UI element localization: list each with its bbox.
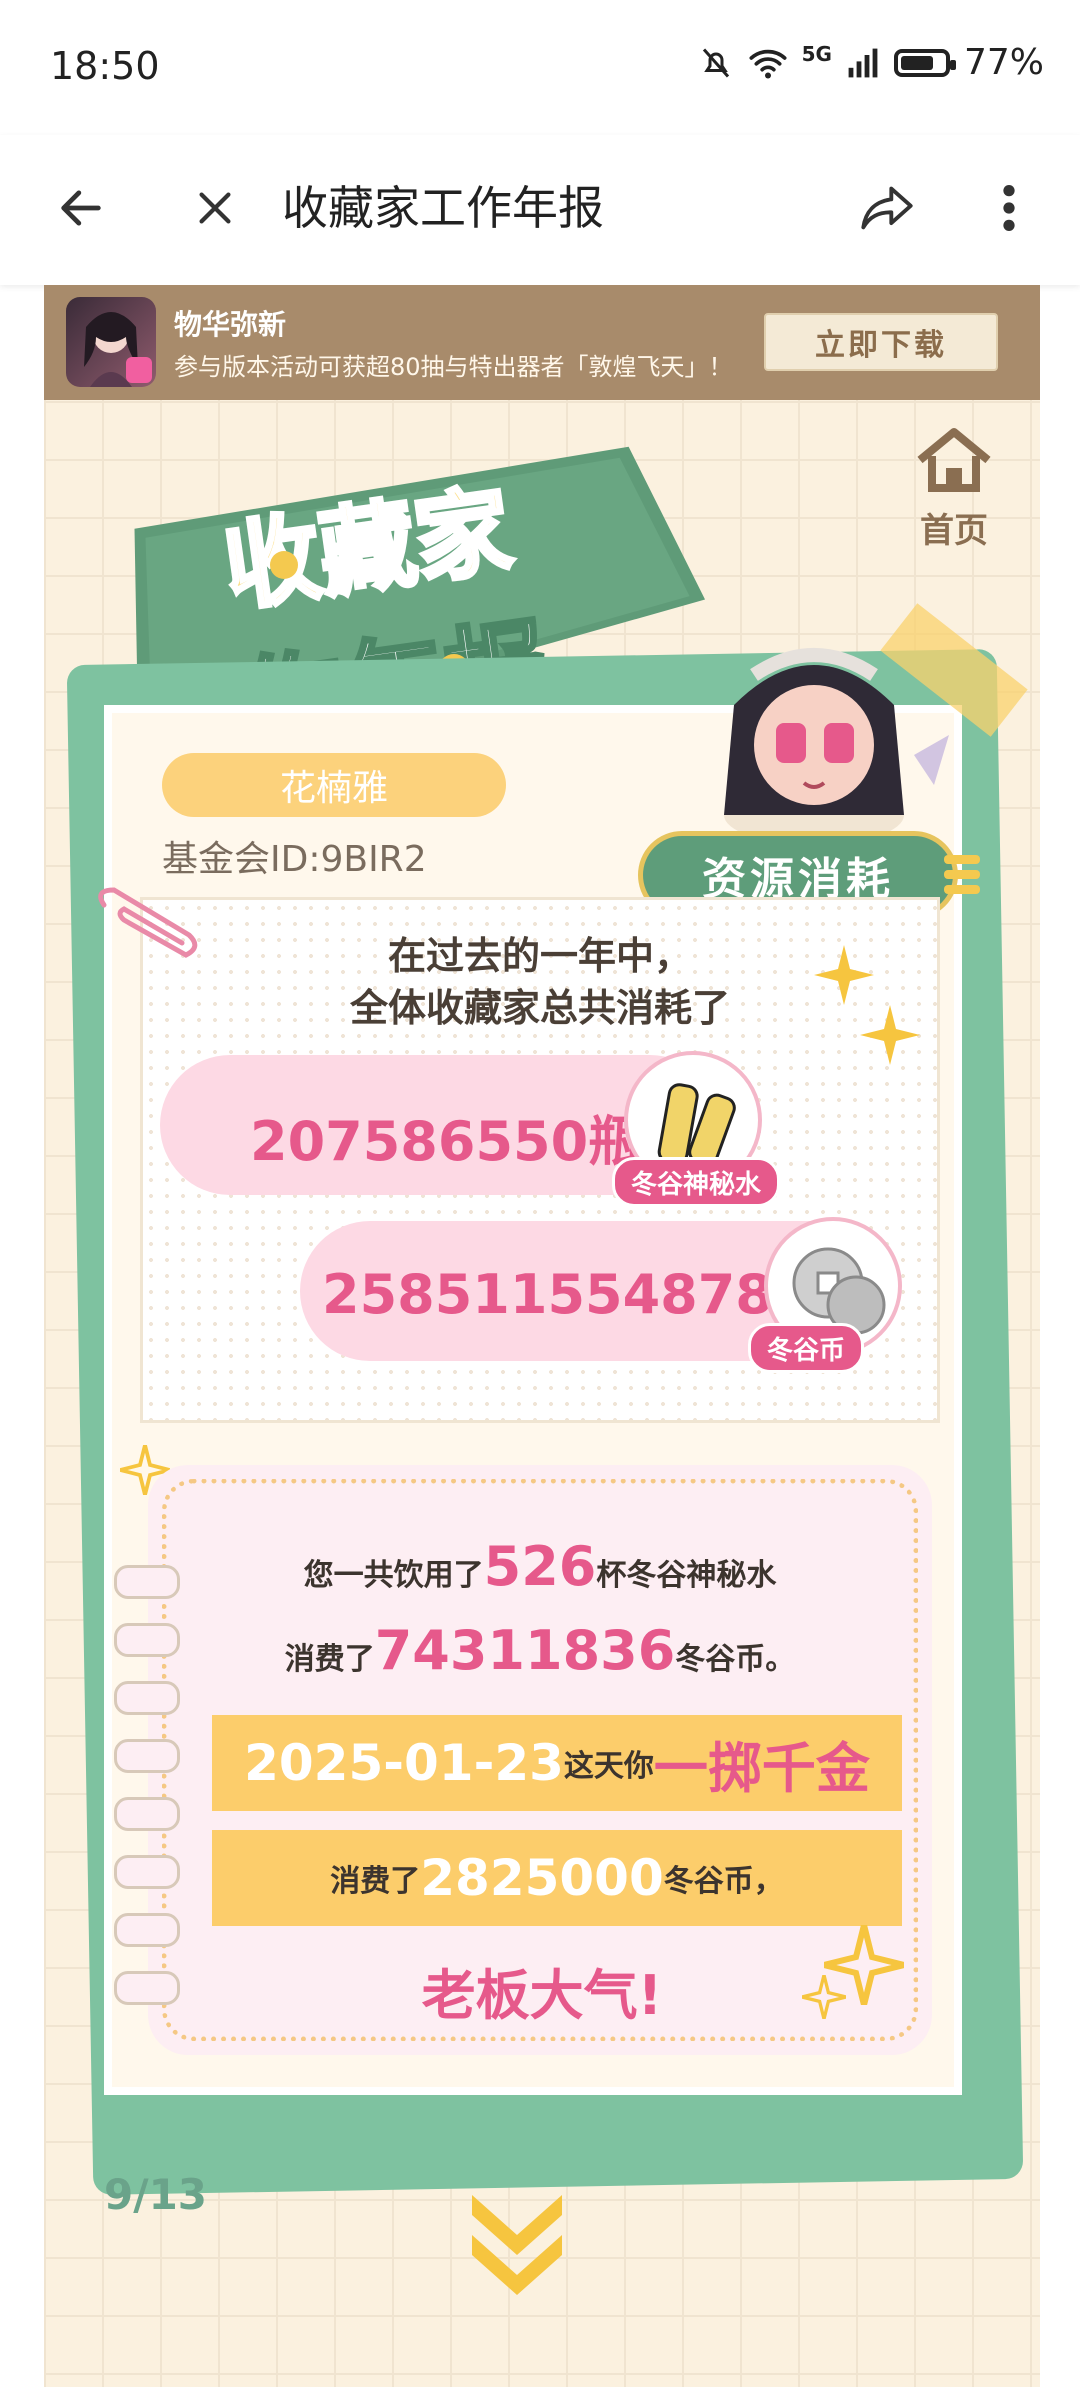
wifi-icon bbox=[749, 49, 787, 78]
home-button[interactable]: 首页 bbox=[904, 425, 1004, 565]
bilibili-badge-icon bbox=[126, 357, 152, 383]
paperclip-icon bbox=[98, 887, 198, 958]
app-icon bbox=[66, 297, 156, 387]
fund-id: 基金会ID:9BIR2 bbox=[162, 839, 427, 880]
drink-line: 您一共饮用了526杯冬谷神秘水 bbox=[303, 1535, 777, 1598]
mute-icon bbox=[702, 48, 729, 77]
drink-count: 526 bbox=[483, 1535, 597, 1598]
close-button[interactable] bbox=[180, 173, 250, 243]
coin-label: 冬谷币 bbox=[748, 1323, 865, 1373]
sparkle-icon bbox=[814, 945, 874, 1005]
mascot-character bbox=[724, 648, 949, 845]
battery-level: 77% bbox=[963, 42, 1044, 83]
more-menu-button[interactable] bbox=[974, 173, 1044, 243]
sparkle-outline-icon bbox=[802, 1975, 846, 2019]
back-button[interactable] bbox=[46, 173, 116, 243]
close-icon bbox=[199, 192, 231, 224]
tag-lines-decoration bbox=[944, 855, 980, 894]
status-bar: 18:50 5G 77% bbox=[0, 0, 1080, 135]
water-total: 207586550瓶 bbox=[250, 1110, 643, 1173]
more-vertical-icon bbox=[1003, 185, 1015, 231]
home-icon bbox=[917, 428, 991, 492]
share-button[interactable] bbox=[852, 173, 922, 243]
download-button[interactable]: 立即下载 bbox=[764, 313, 998, 371]
ad-description: 参与版本活动可获超80抽与特出器者「敦煌飞天」！ bbox=[174, 353, 733, 381]
page-title: 收藏家工作年报 bbox=[282, 181, 604, 235]
peak-date-bar: 2025-01-23 这天你 一掷千金 bbox=[212, 1715, 902, 1811]
status-icons: 5G 77% bbox=[698, 42, 1044, 83]
signal-icon bbox=[848, 48, 878, 77]
sparkle-icon bbox=[860, 1005, 920, 1065]
battery-icon bbox=[893, 48, 956, 77]
spent-line: 消费了74311836冬谷币。 bbox=[284, 1619, 796, 1682]
share-icon bbox=[861, 186, 913, 230]
report-page: 物华弥新 参与版本活动可获超80抽与特出器者「敦煌飞天」！ 立即下载 收藏家 工… bbox=[44, 285, 1040, 2387]
back-arrow-icon bbox=[61, 190, 101, 226]
ad-banner[interactable]: 物华弥新 参与版本活动可获超80抽与特出器者「敦煌飞天」！ 立即下载 bbox=[44, 285, 1040, 400]
water-label: 冬谷神秘水 bbox=[612, 1157, 781, 1207]
ad-app-name: 物华弥新 bbox=[174, 308, 287, 341]
peak-date: 2025-01-23 bbox=[244, 1734, 564, 1792]
collector-name: 花楠雅 bbox=[162, 753, 506, 817]
status-time: 18:50 bbox=[50, 44, 160, 88]
peak-coins: 2825000 bbox=[420, 1849, 664, 1907]
peak-spend-bar: 消费了 2825000 冬谷币， bbox=[212, 1830, 902, 1926]
peak-phrase: 一掷千金 bbox=[653, 1736, 870, 1800]
spent-coins: 74311836 bbox=[374, 1619, 676, 1682]
network-type: 5G bbox=[801, 42, 832, 66]
next-page-arrow-icon[interactable] bbox=[462, 2185, 572, 2295]
home-label: 首页 bbox=[920, 511, 988, 551]
browser-toolbar: 收藏家工作年报 bbox=[0, 135, 1080, 285]
page-indicator: 9/13 bbox=[104, 2170, 208, 2219]
